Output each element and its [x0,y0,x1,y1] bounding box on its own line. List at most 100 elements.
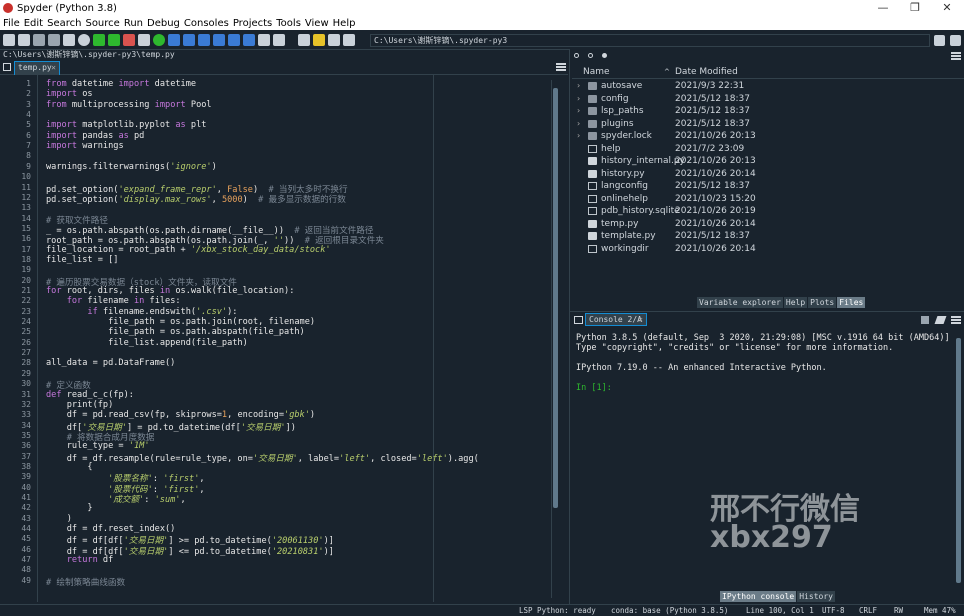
menu-search[interactable]: Search [47,18,81,29]
save-icon[interactable] [33,33,45,46]
tab-ipython-console[interactable]: IPython console [720,591,797,602]
column-date-modified[interactable]: Date Modified [675,66,738,79]
run-cell-icon[interactable] [108,33,120,46]
code-line: from datetime import datetime [46,79,197,89]
menu-tools[interactable]: Tools [276,18,301,29]
working-directory-input[interactable]: C:\Users\谢斯锌镝\.spyder-py3 [370,34,930,47]
console-scrollbar[interactable] [955,333,963,591]
file-row[interactable]: history_internal.py 2021/10/26 20:13 [577,155,962,167]
stop-debug-icon[interactable] [243,33,255,46]
run-cell-advance-icon[interactable] [123,33,135,46]
stop-kernel-icon[interactable] [921,316,929,324]
minimize-button[interactable]: — [868,0,898,16]
console-scrollbar-thumb[interactable] [956,338,961,583]
files-options-icon[interactable] [951,52,961,60]
new-file-icon[interactable] [3,33,15,46]
expand-icon[interactable]: › [577,105,585,117]
tab-plots[interactable]: Plots [808,297,837,308]
file-name: history_internal.py [601,156,685,166]
undock-icon[interactable] [574,53,579,58]
ipython-console[interactable]: Python 3.8.5 (default, Sep 3 2020, 21:29… [576,333,954,393]
tab-temp-py[interactable]: temp.py ✕ [14,61,60,75]
menu-projects[interactable]: Projects [233,18,272,29]
menu-consoles[interactable]: Consoles [184,18,229,29]
menu-file[interactable]: File [3,18,20,29]
list-icon[interactable] [63,33,75,46]
back-arrow-icon[interactable] [328,33,340,46]
maximize-button[interactable]: ❐ [900,0,930,16]
file-row[interactable]: onlinehelp 2021/10/23 15:20 [577,193,962,205]
file-row[interactable]: temp.py 2021/10/26 20:14 [577,218,962,230]
expand-icon[interactable]: › [577,118,585,130]
file-row[interactable]: › plugins 2021/5/12 18:37 [577,118,962,130]
column-name[interactable]: Name [583,66,610,79]
close-pane-icon[interactable] [588,53,593,58]
code-editor[interactable]: 1 2 3 4 5 6 7 8 9 10 11 12 13 14 15 16 17 18 19 20 21 22 23 24 2… [0,75,560,602]
wrench-icon[interactable] [298,33,310,46]
tab-files[interactable]: Files [837,297,866,308]
editor-scrollbar[interactable] [551,80,558,598]
scrollbar-thumb[interactable] [553,88,558,508]
run-icon[interactable] [93,33,105,46]
editor-options-icon[interactable] [556,63,566,71]
expand-icon[interactable]: › [577,80,585,92]
menu-run[interactable]: Run [124,18,143,29]
menu-view[interactable]: View [305,18,329,29]
menu-debug[interactable]: Debug [147,18,180,29]
menu-source[interactable]: Source [85,18,119,29]
close-button[interactable]: ✕ [932,0,962,16]
close-console-icon[interactable]: ✕ [638,314,643,325]
tab-console[interactable]: Console 2/A ✕ [585,313,647,326]
conda-status: conda: base (Python 3.8.5) [611,606,729,615]
browse-folder-icon[interactable] [934,35,945,46]
line-number: 1 [26,79,31,88]
parent-directory-icon[interactable] [950,35,961,46]
globe-icon[interactable] [78,33,90,46]
file-row[interactable]: history.py 2021/10/26 20:14 [577,168,962,180]
code-line: for root, dirs, files in os.walk(file_lo… [46,286,295,296]
run-selection-icon[interactable] [138,33,150,46]
file-row[interactable]: › config 2021/5/12 18:37 [577,93,962,105]
debug-icon[interactable] [168,33,180,46]
menu-edit[interactable]: Edit [24,18,43,29]
open-file-icon[interactable] [18,33,30,46]
file-row[interactable]: › spyder.lock 2021/10/26 20:13 [577,130,962,142]
tab-history[interactable]: History [797,591,835,602]
expand-icon[interactable]: › [577,93,585,105]
expand-icon[interactable]: › [577,130,585,142]
menu-help[interactable]: Help [333,18,356,29]
tab-help[interactable]: Help [783,297,808,308]
file-row[interactable]: › autosave 2021/9/3 22:31 [577,80,962,92]
code-line: return df [66,555,114,566]
maximize-pane-icon[interactable] [258,33,270,46]
step-icon[interactable] [183,33,195,46]
forward-arrow-icon[interactable] [343,33,355,46]
sort-icon: ^ [664,68,670,76]
console-options-icon[interactable] [951,316,961,324]
line-number: 16 [21,234,31,244]
browse-tabs-icon[interactable] [3,63,11,71]
gear-icon[interactable] [602,53,607,58]
continue-icon[interactable] [228,33,240,46]
fullscreen-icon[interactable] [273,33,285,46]
python-path-icon[interactable] [313,33,325,46]
rerun-icon[interactable] [153,33,165,46]
tab-variable-explorer[interactable]: Variable explorer [697,297,783,308]
file-row[interactable]: workingdir 2021/10/26 20:14 [577,243,962,255]
file-row[interactable]: › lsp_paths 2021/5/12 18:37 [577,105,962,117]
browse-consoles-icon[interactable] [574,316,583,324]
console-prompt[interactable]: In [1]: [576,383,954,393]
file-row[interactable]: help 2021/7/2 23:09 [577,143,962,155]
save-all-icon[interactable] [48,33,60,46]
file-row[interactable]: template.py 2021/5/12 18:37 [577,230,962,242]
step-into-icon[interactable] [198,33,210,46]
step-return-icon[interactable] [213,33,225,46]
menu-bar: File Edit Search Source Run Debug Consoles Proj… [0,16,964,30]
file-row[interactable]: pdb_history.sqlite 2021/10/26 20:19 [577,205,962,217]
code-line: # 绘制策略曲线函数 [46,577,126,588]
code-line: df = df.reset_index() [46,524,176,535]
close-tab-icon[interactable]: ✕ [51,62,56,74]
file-row[interactable]: langconfig 2021/5/12 18:37 [577,180,962,192]
